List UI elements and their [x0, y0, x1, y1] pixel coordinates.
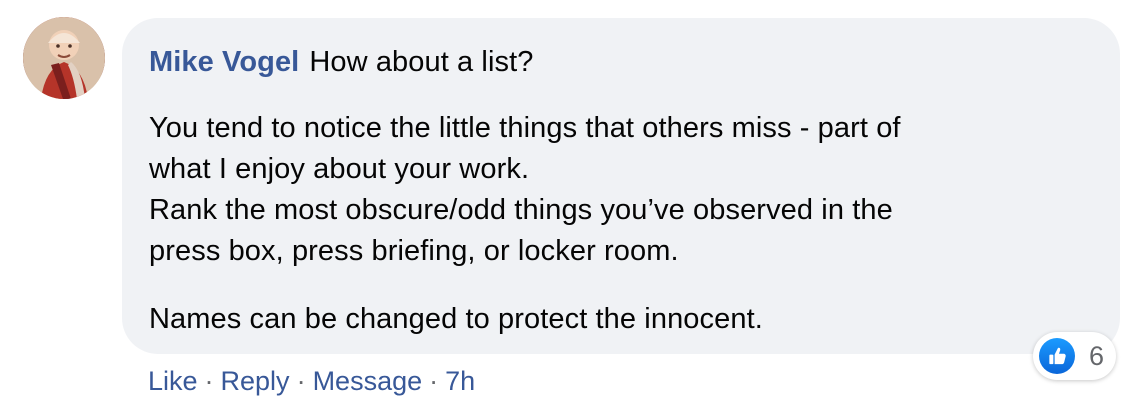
- comment-timestamp[interactable]: 7h: [445, 366, 475, 396]
- action-separator: ·: [429, 366, 439, 396]
- comment-author-link[interactable]: Mike Vogel: [149, 46, 299, 78]
- thumbs-up-icon: [1039, 338, 1075, 374]
- comment-headline: How about a list?: [309, 46, 534, 78]
- comment-header: Mike Vogel How about a list?: [149, 42, 1089, 83]
- comment-paragraph: Names can be changed to protect the inno…: [149, 303, 763, 335]
- avatar[interactable]: [23, 17, 105, 99]
- action-separator: ·: [296, 366, 306, 396]
- profile-photo: [23, 17, 105, 99]
- comment-row: Mike Vogel How about a list? You tend to …: [0, 0, 1140, 408]
- message-action-link[interactable]: Message: [313, 366, 423, 396]
- comment-bubble: Mike Vogel How about a list? You tend to …: [122, 18, 1120, 354]
- comment-paragraph: You tend to notice the little things tha…: [149, 112, 901, 267]
- action-separator: ·: [204, 366, 214, 396]
- comment-actions: Like · Reply · Message · 7h: [148, 362, 475, 400]
- reaction-summary[interactable]: 6: [1033, 332, 1116, 380]
- like-action-link[interactable]: Like: [148, 366, 198, 396]
- reply-action-link[interactable]: Reply: [221, 366, 290, 396]
- comment-content: Mike Vogel How about a list? You tend to …: [149, 42, 1089, 340]
- reaction-count: 6: [1089, 341, 1105, 371]
